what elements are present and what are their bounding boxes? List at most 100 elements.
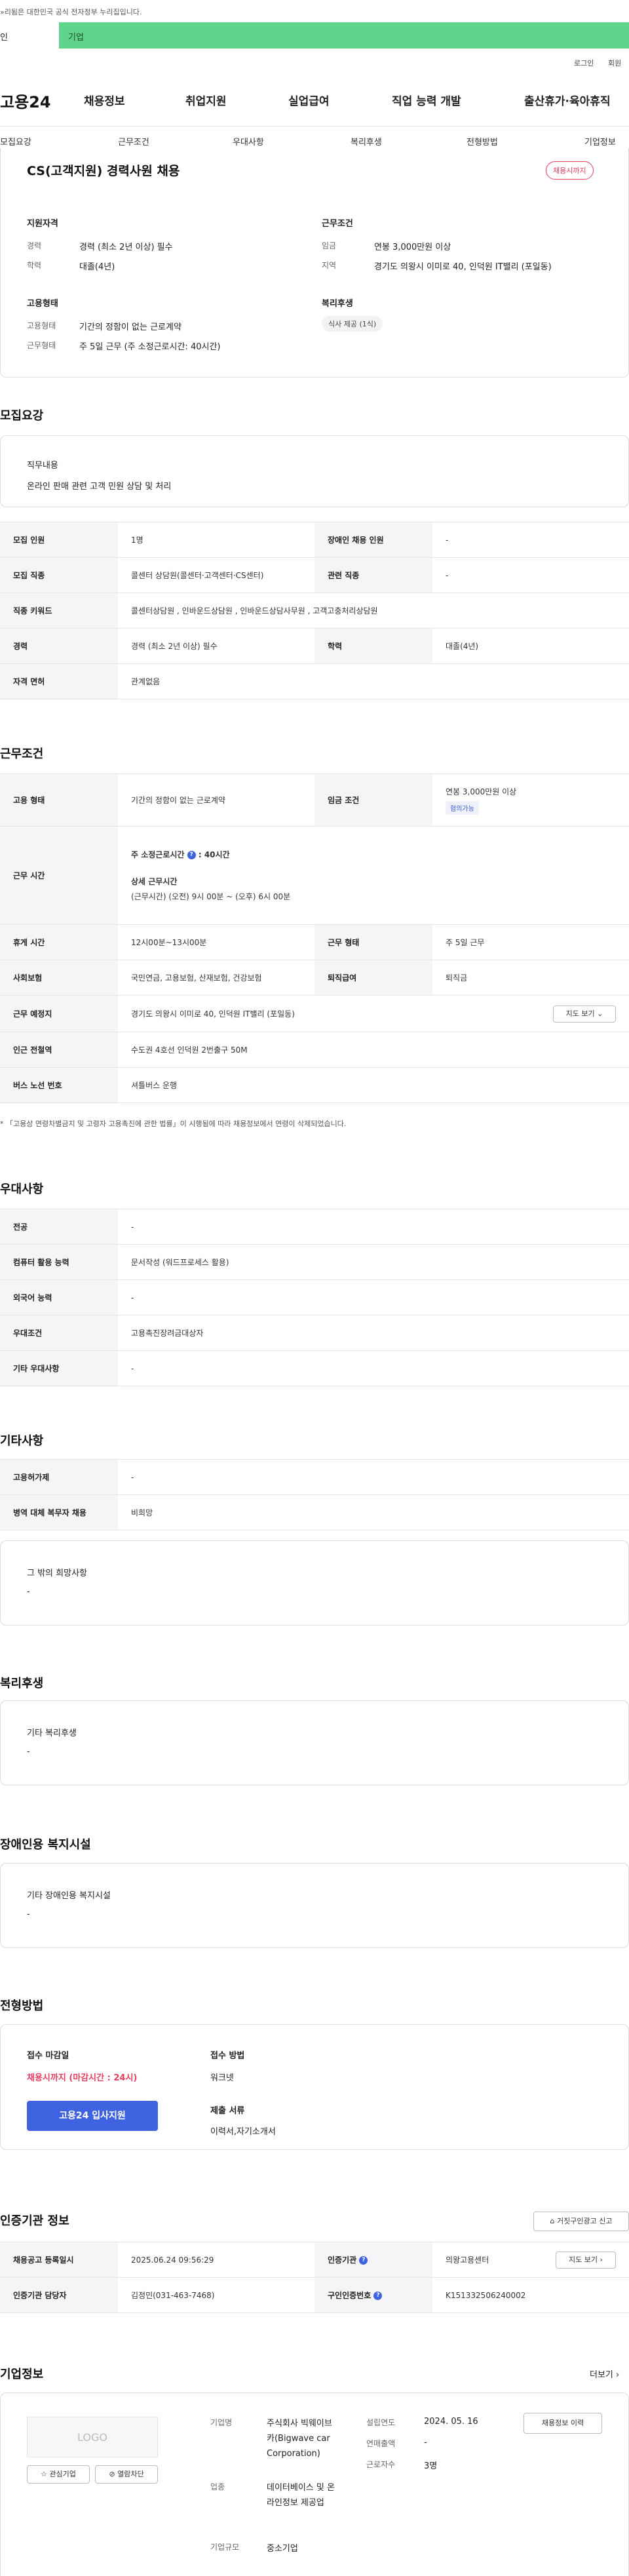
- work-title: 근무조건: [0, 747, 44, 761]
- wage-value: 연봉 3,000만원 이상: [374, 243, 451, 252]
- ret-value: 퇴직금: [432, 960, 629, 996]
- wage-cond-value: 연봉 3,000만원 이상: [446, 787, 517, 796]
- disabled-value: -: [27, 1909, 30, 1919]
- org-label: 인증기관: [328, 2255, 357, 2265]
- bus-label: 버스 노선 번호: [0, 1067, 118, 1103]
- tab-process[interactable]: 전형방법: [467, 135, 498, 147]
- block-button[interactable]: ⊘ 열람차단: [95, 2465, 158, 2484]
- dis-value: -: [432, 522, 629, 558]
- region-label: 지역: [322, 261, 337, 270]
- car-label: 경력: [0, 628, 118, 664]
- map-button[interactable]: 지도 보기 ⌄: [553, 1005, 616, 1023]
- edu-value: 대졸(4년): [79, 262, 115, 272]
- table-row: 모집 직종 콜센터 상담원(콜센터·고객센터·CS센터) 관련 직종 -: [0, 557, 629, 593]
- count-value: 1명: [118, 522, 314, 558]
- method-label: 접수 방법: [210, 2051, 245, 2061]
- fav-button[interactable]: ☆ 관심기업: [27, 2465, 90, 2484]
- gnb-skills[interactable]: 직업 능력 개발: [392, 92, 461, 108]
- duty-label: 직무내용: [27, 461, 58, 471]
- recruit-title: 모집요강: [0, 409, 44, 423]
- table-row: 인증기관 담당자 김정민(031-463-7468) 구인인증번호 ? K151…: [0, 2277, 629, 2313]
- table-row: 근무 예정지 경기도 의왕시 이미로 40, 인덕원 IT밸리 (포일동) 지도…: [0, 995, 629, 1032]
- table-row: 인근 전철역 수도권 4호선 인덕원 2번출구 50M: [0, 1032, 629, 1068]
- subway-value: 수도권 4호선 인덕원 2번출구 50M: [118, 1032, 629, 1068]
- history-button[interactable]: 채용정보 이력: [524, 2413, 602, 2434]
- table-row: 근무 시간 주 소정근로시간 ? : 40시간 상세 근무시간 (근무시간) (…: [0, 826, 629, 925]
- subway-label: 인근 전철역: [0, 1032, 118, 1068]
- negotiable-chip: 협의가능: [446, 800, 479, 815]
- deadline-label: 접수 마감일: [27, 2051, 69, 2061]
- table-row: 고용 형태 기간의 정함이 없는 근로계약 임금 조건 연봉 3,000만원 이…: [0, 773, 629, 827]
- gnb-parental-leave[interactable]: 출산휴가·육아휴직: [524, 92, 611, 108]
- docs-value: 이력서,자기소개서: [210, 2127, 276, 2137]
- wage-cond-label: 임금 조건: [314, 773, 432, 827]
- apply-button[interactable]: 고용24 입사지원: [27, 2101, 158, 2131]
- tab-company[interactable]: 기업정보: [584, 135, 616, 147]
- table-row: 휴게 시간 12시00분~13시00분 근무 형태 주 5일 근무: [0, 924, 629, 960]
- table-row: 사회보험 국민연금, 고용보험, 산재보험, 건강보험 퇴직급여 퇴직금: [0, 960, 629, 996]
- join-link[interactable]: 회원: [608, 58, 621, 68]
- process-box: 접수 마감일 채용시까지 (마감시간 : 24시) 고용24 입사지원 접수 방…: [0, 2024, 629, 2150]
- wish-label: 그 밖의 희망사항: [27, 1569, 87, 1578]
- place-value: 경기도 의왕시 이미로 40, 인덕원 IT밸리 (포일동): [131, 1009, 295, 1019]
- pref-table: 전공 - 컴퓨터 활용 능력 문서작성 (워드프로세스 활용) 외국어 능력 - 우대…: [0, 1209, 629, 1386]
- co-sales-label: 연매출액: [366, 2439, 396, 2448]
- cert-table: 채용공고 등록일시 2025.06.24 09:56:29 인증기관 ? 의왕고…: [0, 2242, 629, 2313]
- tab-company[interactable]: 기업: [68, 30, 84, 43]
- tab-pref[interactable]: 우대사항: [233, 135, 264, 147]
- age-note: * 「고용상 연령차별금지 및 고령자 고용촉진에 관한 법률」이 시행됨에 따…: [0, 1120, 347, 1128]
- company-title: 기업정보: [0, 2368, 44, 2381]
- edu-label2: 학력: [314, 628, 432, 664]
- login-link[interactable]: 로그인: [574, 58, 594, 68]
- tab-individual[interactable]: 인: [0, 22, 59, 49]
- tab-recruit[interactable]: 모집요강: [0, 135, 31, 147]
- num-value: K151332506240002: [432, 2277, 629, 2313]
- car-value: 경력 (최소 2년 이상) 필수: [118, 628, 314, 664]
- rel-value: -: [432, 557, 629, 593]
- help-icon[interactable]: ?: [187, 851, 196, 859]
- hours-detail-value: (근무시간) (오전) 9시 00분 ~ (오후) 6시 00분: [131, 892, 291, 901]
- wage-label: 임금: [322, 241, 337, 250]
- report-button[interactable]: ⌂ 거짓구인광고 신고: [533, 2212, 629, 2231]
- tab-work[interactable]: 근무조건: [118, 135, 149, 147]
- gnb-employment-support[interactable]: 취업지원: [185, 92, 227, 108]
- gnb-unemployment-benefit[interactable]: 실업급여: [288, 92, 330, 108]
- help-icon[interactable]: ?: [373, 2292, 383, 2300]
- reg-value: 2025.06.24 09:56:29: [118, 2242, 314, 2278]
- table-row: 채용공고 등록일시 2025.06.24 09:56:29 인증기관 ? 의왕고…: [0, 2242, 629, 2278]
- rest-value: 12시00분~13시00분: [118, 924, 314, 960]
- edu-value2: 대졸(4년): [432, 628, 629, 664]
- duty-box: 직무내용 온라인 판매 관련 고객 민원 상담 및 처리: [0, 435, 629, 507]
- major-value: -: [118, 1209, 629, 1245]
- hours-label: 근무 시간: [0, 826, 118, 925]
- table-row: 병역 대체 복무자 채용 비희망: [0, 1494, 629, 1531]
- cond-heading: 근무조건: [322, 219, 353, 229]
- welfare-heading: 복리후생: [322, 299, 353, 309]
- rest-label: 휴게 시간: [0, 924, 118, 960]
- cert-title: 인증기관 정보: [0, 2214, 69, 2228]
- work-type-label: 고용 형태: [0, 773, 118, 827]
- more-link[interactable]: 더보기 ›: [590, 2368, 619, 2380]
- count-label: 모집 인원: [0, 522, 118, 558]
- table-row: 직종 키워드 콜센터상담원 , 인바운드상담원 , 인바운드상담사무원 , 고객…: [0, 593, 629, 629]
- table-row: 외국어 능력 -: [0, 1279, 629, 1316]
- wish-value: -: [27, 1587, 30, 1597]
- emp-type-value: 기간의 정함이 없는 근로계약: [79, 322, 181, 332]
- tab-welfare[interactable]: 복리후생: [351, 135, 382, 147]
- co-emp-value: 3명: [424, 2461, 438, 2471]
- co-est-label: 설립연도: [366, 2418, 396, 2427]
- pref-etc-value: -: [118, 1350, 629, 1386]
- mil-label: 병역 대체 복무자 채용: [0, 1494, 118, 1531]
- edu-label: 학력: [27, 261, 42, 270]
- pref-title: 우대사항: [0, 1182, 44, 1196]
- org-map-button[interactable]: 지도 보기 ›: [556, 2252, 616, 2269]
- help-icon[interactable]: ?: [359, 2256, 368, 2265]
- org-value: 의왕고용센터: [446, 2255, 489, 2265]
- mil-value: 비희망: [118, 1494, 629, 1531]
- disabled-title: 장애인용 복지시설: [0, 1838, 91, 1852]
- table-row: 전공 -: [0, 1209, 629, 1245]
- job-label: 모집 직종: [0, 557, 118, 593]
- duty-value: 온라인 판매 관련 고객 민원 상담 및 처리: [27, 482, 172, 492]
- gnb-jobs[interactable]: 채용정보: [84, 92, 125, 108]
- co-ind-label: 업종: [210, 2482, 225, 2491]
